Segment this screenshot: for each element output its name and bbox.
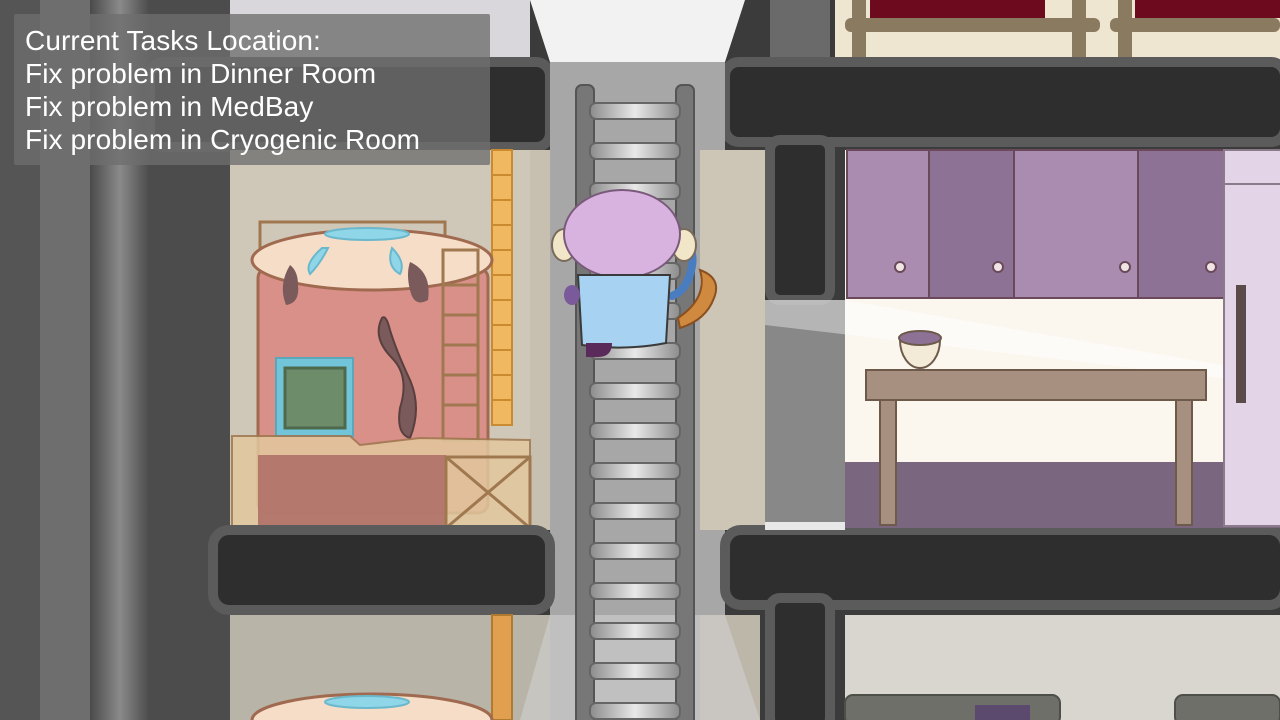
ladder-rung xyxy=(589,142,681,160)
supply-crate[interactable] xyxy=(231,435,532,530)
upper-wall-segment xyxy=(770,0,830,62)
middle-wall-left xyxy=(208,525,555,615)
lower-console-right[interactable] xyxy=(1174,694,1280,720)
top-light xyxy=(530,0,745,62)
cryo-room-edge xyxy=(530,150,550,530)
lower-orange-pipe xyxy=(491,614,513,720)
upper-post-1 xyxy=(852,0,866,62)
kitchen-cabinets[interactable] xyxy=(846,149,1225,299)
ladder-rung xyxy=(589,102,681,120)
right-pillar xyxy=(765,135,835,305)
orange-pipe xyxy=(491,149,513,426)
fridge[interactable] xyxy=(1223,149,1280,527)
ladder-rung xyxy=(589,582,681,600)
task-item: Fix problem in Cryogenic Room xyxy=(25,124,421,155)
task-item: Fix problem in MedBay xyxy=(25,91,314,122)
upper-rail-left xyxy=(845,18,1100,32)
upper-post-2 xyxy=(1072,0,1086,62)
ladder-rung xyxy=(589,382,681,400)
ladder-rung xyxy=(589,662,681,680)
upper-bed-right xyxy=(1135,0,1280,18)
ladder-rung xyxy=(589,622,681,640)
game-viewport[interactable]: Current Tasks Location: Fix problem in D… xyxy=(0,0,1280,720)
ladder-rung xyxy=(589,702,681,720)
task-item: Fix problem in Dinner Room xyxy=(25,58,377,89)
lower-right-pillar xyxy=(765,593,835,720)
ladder-rung xyxy=(589,542,681,560)
upper-rail-right xyxy=(1110,18,1280,32)
upper-bed-left xyxy=(870,0,1045,18)
ladder-rung xyxy=(589,502,681,520)
tasks-title: Current Tasks Location: xyxy=(25,25,321,56)
ladder-rung xyxy=(589,422,681,440)
task-panel: Current Tasks Location: Fix problem in D… xyxy=(14,14,490,165)
upper-post-3 xyxy=(1118,0,1132,62)
upper-wall-right xyxy=(720,57,1280,147)
ladder-rung xyxy=(589,462,681,480)
shaft-right-room-edge xyxy=(700,150,765,530)
lower-console-screen xyxy=(975,705,1030,720)
